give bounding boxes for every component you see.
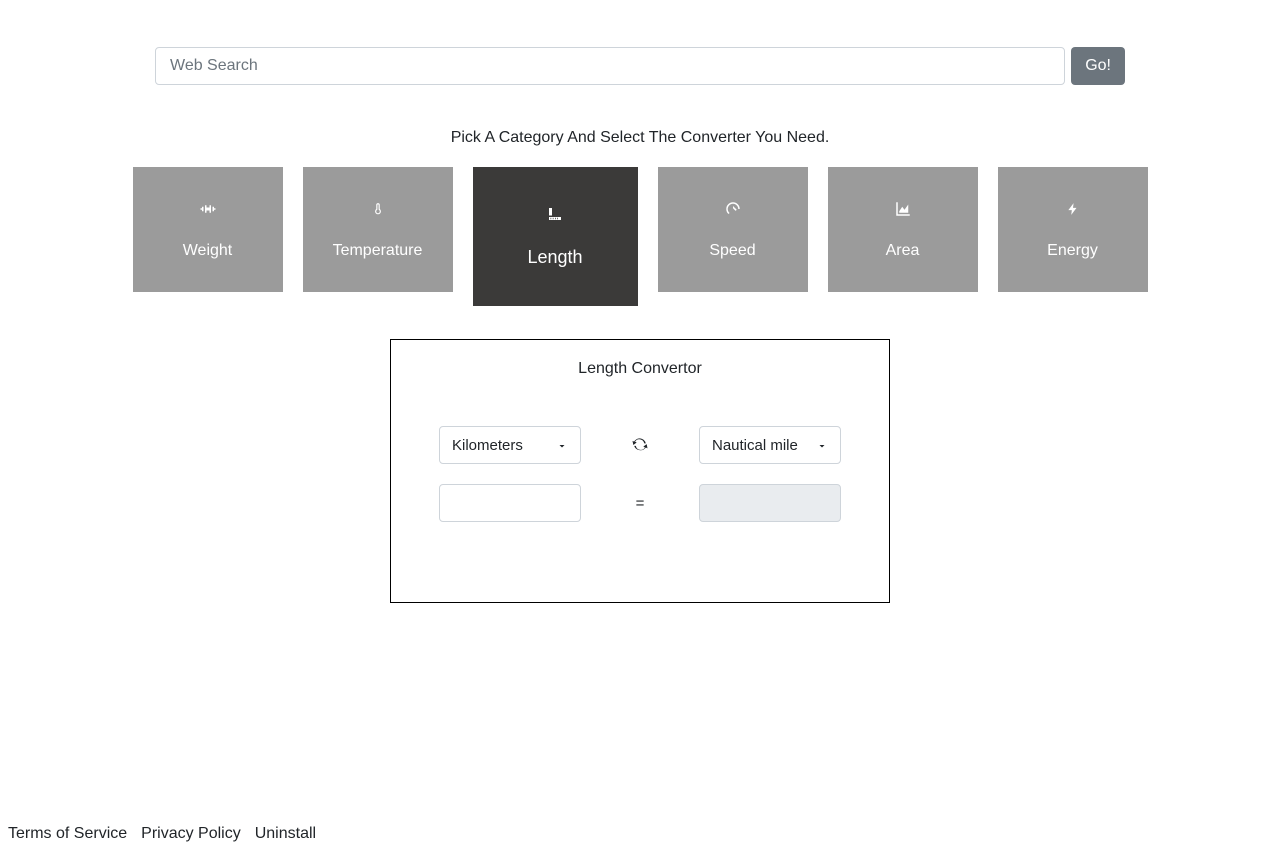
category-weight[interactable]: Weight <box>133 167 283 292</box>
dumbbell-icon <box>199 200 217 218</box>
category-temperature[interactable]: Temperature <box>303 167 453 292</box>
to-value-output <box>699 484 841 522</box>
category-length[interactable]: Length <box>473 167 638 306</box>
to-unit-value: Nautical mile <box>712 437 798 454</box>
chevron-down-icon <box>556 439 568 451</box>
category-area[interactable]: Area <box>828 167 978 292</box>
chevron-down-icon <box>816 439 828 451</box>
category-label: Energy <box>1047 242 1098 260</box>
converter-panel: Length Convertor Kilometers Nautical mil… <box>390 339 890 603</box>
category-label: Weight <box>183 242 233 260</box>
category-label: Temperature <box>333 242 423 260</box>
footer-links: Terms of Service Privacy Policy Uninstal… <box>8 825 316 843</box>
to-unit-select[interactable]: Nautical mile <box>699 426 841 464</box>
from-value-input[interactable] <box>439 484 581 522</box>
search-go-button[interactable]: Go! <box>1071 47 1125 85</box>
instruction-text: Pick A Category And Select The Converter… <box>0 129 1280 147</box>
category-label: Speed <box>709 242 755 260</box>
equals-label: = <box>629 495 651 512</box>
area-chart-icon <box>894 200 912 218</box>
category-label: Area <box>886 242 920 260</box>
search-bar: Go! <box>155 47 1125 85</box>
category-speed[interactable]: Speed <box>658 167 808 292</box>
thermometer-icon <box>369 200 387 218</box>
category-label: Length <box>527 247 582 268</box>
uninstall-link[interactable]: Uninstall <box>255 825 316 843</box>
category-row: Weight Temperature Length Speed Area Ene… <box>0 167 1280 306</box>
swap-icon[interactable] <box>629 434 651 456</box>
from-unit-value: Kilometers <box>452 437 523 454</box>
privacy-policy-link[interactable]: Privacy Policy <box>141 825 241 843</box>
gauge-icon <box>724 200 742 218</box>
ruler-icon <box>546 205 564 223</box>
from-unit-select[interactable]: Kilometers <box>439 426 581 464</box>
terms-of-service-link[interactable]: Terms of Service <box>8 825 127 843</box>
search-input[interactable] <box>155 47 1065 85</box>
converter-title: Length Convertor <box>431 360 849 378</box>
bolt-icon <box>1064 200 1082 218</box>
category-energy[interactable]: Energy <box>998 167 1148 292</box>
